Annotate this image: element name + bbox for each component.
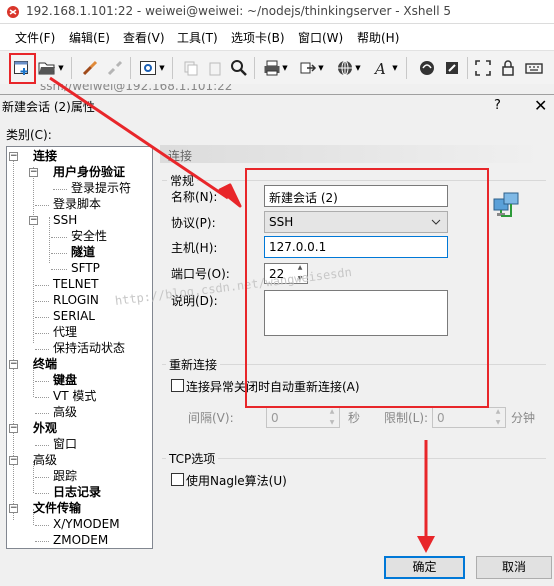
annotation-arrows — [49, 76, 435, 553]
